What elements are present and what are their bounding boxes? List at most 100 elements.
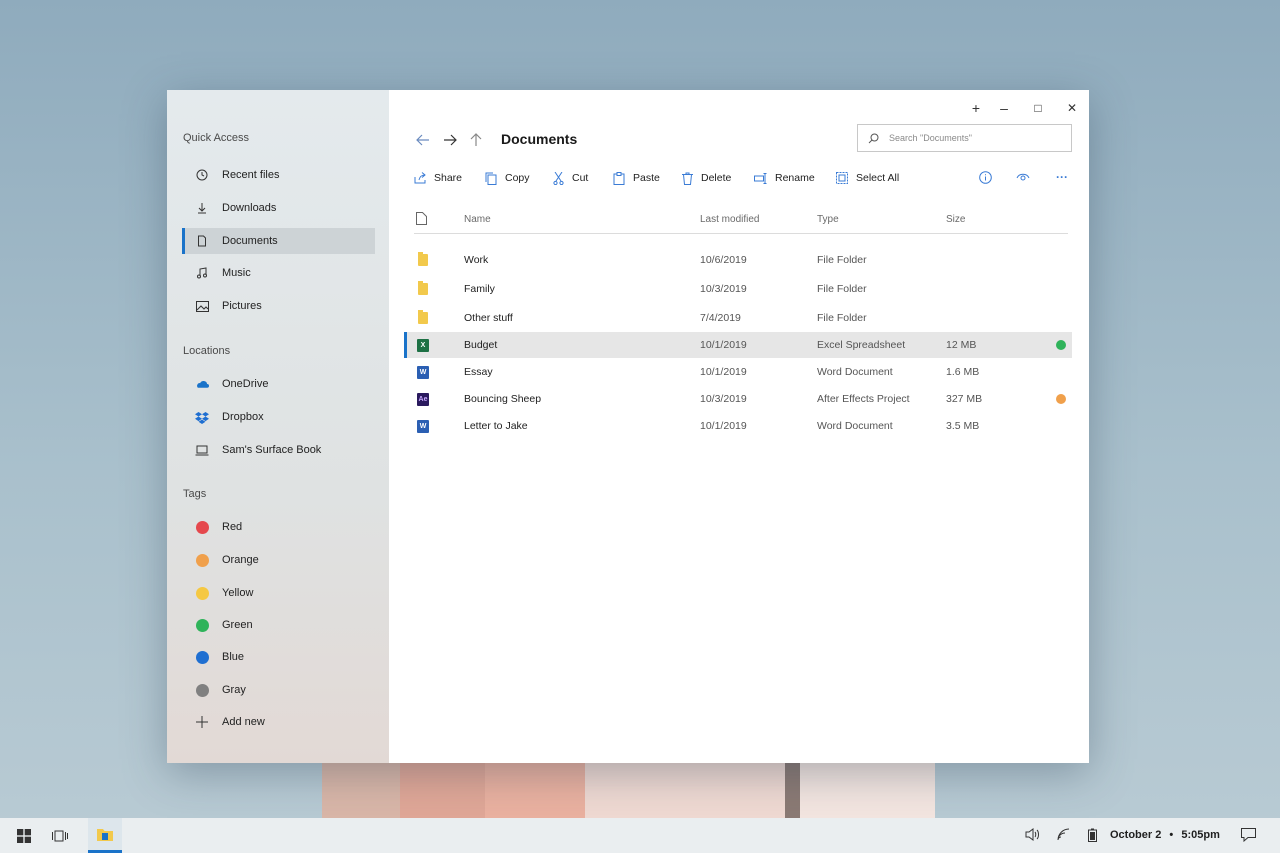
- sidebar-item-label: Music: [222, 267, 251, 279]
- picture-icon: [195, 299, 209, 313]
- trash-icon: [682, 172, 693, 185]
- red-tag-dot-icon: [195, 520, 209, 534]
- back-arrow-icon[interactable]: [413, 130, 433, 150]
- paste-button[interactable]: Paste: [613, 169, 660, 187]
- sidebar-tag-orange[interactable]: Orange: [182, 547, 375, 573]
- up-arrow-icon[interactable]: [466, 130, 486, 150]
- clock-display[interactable]: October 2 • 5:05pm: [1110, 829, 1220, 841]
- delete-button[interactable]: Delete: [682, 169, 731, 187]
- table-row-selected[interactable]: X Budget 10/1/2019 Excel Spreadsheet 12 …: [404, 332, 1072, 358]
- sidebar-item-label: Pictures: [222, 300, 262, 312]
- orange-tag-dot-icon: [1056, 394, 1066, 404]
- table-row[interactable]: Other stuff 7/4/2019 File Folder: [404, 305, 1072, 331]
- close-button[interactable]: ✕: [1059, 95, 1085, 121]
- sidebar-item-label: Blue: [222, 651, 245, 663]
- blue-tag-dot-icon: [195, 650, 209, 664]
- music-icon: [195, 266, 209, 280]
- file-column-icon: [416, 212, 427, 228]
- sidebar-item-surface-book[interactable]: Sam's Surface Book: [182, 437, 375, 463]
- sidebar-item-label: Gray: [222, 684, 246, 696]
- taskbar: October 2 • 5:05pm: [0, 818, 1280, 853]
- sidebar-item-label: Downloads: [222, 202, 277, 214]
- file-name: Essay: [464, 366, 493, 378]
- add-new-tag-button[interactable]: Add new: [182, 709, 375, 735]
- sidebar-item-label: Dropbox: [222, 411, 264, 423]
- quick-access-title: Quick Access: [183, 132, 250, 144]
- start-windows-icon[interactable]: [10, 818, 38, 853]
- sidebar-item-label: Yellow: [222, 587, 254, 599]
- forward-arrow-icon[interactable]: [440, 130, 460, 150]
- file-size: 327 MB: [946, 393, 983, 405]
- select-all-icon: [836, 172, 848, 184]
- file-explorer-taskbar-icon[interactable]: [88, 818, 122, 853]
- file-type: After Effects Project: [817, 393, 910, 405]
- notification-center-icon[interactable]: [1241, 828, 1256, 842]
- sidebar-tag-red[interactable]: Red: [182, 514, 375, 540]
- table-row[interactable]: W Essay 10/1/2019 Word Document 1.6 MB: [404, 359, 1072, 385]
- preview-eye-icon[interactable]: [1014, 168, 1032, 186]
- battery-icon[interactable]: [1088, 828, 1097, 842]
- sidebar-tag-blue[interactable]: Blue: [182, 644, 375, 670]
- column-header-type[interactable]: Type: [817, 214, 839, 225]
- column-header-modified[interactable]: Last modified: [700, 214, 759, 225]
- paste-label: Paste: [633, 172, 660, 184]
- file-type: File Folder: [817, 312, 867, 324]
- table-row[interactable]: W Letter to Jake 10/1/2019 Word Document…: [404, 413, 1072, 439]
- scissors-icon: [553, 171, 564, 185]
- maximize-button[interactable]: □: [1025, 95, 1051, 121]
- rename-label: Rename: [775, 172, 815, 184]
- orange-tag-dot-icon: [195, 553, 209, 567]
- file-modified: 7/4/2019: [700, 312, 741, 324]
- select-all-button[interactable]: Select All: [836, 169, 899, 187]
- table-row[interactable]: Ae Bouncing Sheep 10/3/2019 After Effect…: [404, 386, 1072, 412]
- rename-button[interactable]: Rename: [754, 169, 815, 187]
- minimize-button[interactable]: –: [991, 95, 1017, 121]
- column-header-name[interactable]: Name: [464, 214, 491, 225]
- yellow-tag-dot-icon: [195, 586, 209, 600]
- sidebar-item-label: Red: [222, 521, 243, 533]
- search-input[interactable]: Search "Documents": [857, 124, 1072, 152]
- wifi-icon[interactable]: [1057, 828, 1071, 841]
- copy-label: Copy: [505, 172, 530, 184]
- sidebar-item-label: OneDrive: [222, 378, 269, 390]
- column-header-size[interactable]: Size: [946, 214, 965, 225]
- sidebar-item-recent-files[interactable]: Recent files: [182, 162, 375, 188]
- delete-label: Delete: [701, 172, 732, 184]
- sidebar-item-label: Sam's Surface Book: [222, 444, 322, 456]
- new-window-button[interactable]: +: [963, 95, 989, 121]
- share-button[interactable]: Share: [414, 169, 462, 187]
- table-row[interactable]: Family 10/3/2019 File Folder: [404, 276, 1072, 302]
- green-tag-dot-icon: [1056, 340, 1066, 350]
- sidebar-item-dropbox[interactable]: Dropbox: [182, 404, 375, 430]
- sidebar-item-pictures[interactable]: Pictures: [182, 293, 375, 319]
- table-row[interactable]: Work 10/6/2019 File Folder: [404, 247, 1072, 273]
- file-modified: 10/1/2019: [700, 366, 747, 378]
- more-options-button[interactable]: ···: [1053, 168, 1071, 186]
- copy-button[interactable]: Copy: [485, 169, 530, 187]
- sidebar-tag-yellow[interactable]: Yellow: [182, 580, 375, 606]
- file-modified: 10/3/2019: [700, 393, 747, 405]
- task-view-icon[interactable]: [46, 818, 74, 853]
- copy-icon: [485, 172, 497, 185]
- sidebar-item-music[interactable]: Music: [182, 260, 375, 286]
- file-modified: 10/1/2019: [700, 339, 747, 351]
- rename-icon: [754, 172, 767, 184]
- file-type: File Folder: [817, 283, 867, 295]
- file-modified: 10/3/2019: [700, 283, 747, 295]
- sidebar-item-onedrive[interactable]: OneDrive: [182, 371, 375, 397]
- sidebar-tag-gray[interactable]: Gray: [182, 677, 375, 703]
- file-name: Work: [464, 254, 489, 266]
- after-effects-file-icon: Ae: [416, 392, 430, 406]
- time-text: 5:05pm: [1181, 829, 1220, 841]
- file-type: File Folder: [817, 254, 867, 266]
- sidebar-tag-green[interactable]: Green: [182, 612, 375, 638]
- cut-button[interactable]: Cut: [553, 169, 588, 187]
- volume-icon[interactable]: [1025, 828, 1041, 841]
- info-icon[interactable]: [976, 168, 994, 186]
- select-all-label: Select All: [856, 172, 900, 184]
- sidebar-item-downloads[interactable]: Downloads: [182, 195, 375, 221]
- paste-icon: [613, 171, 625, 185]
- sidebar-item-documents[interactable]: Documents: [182, 228, 375, 254]
- file-size: 1.6 MB: [946, 366, 980, 378]
- file-explorer-window: Quick Access Recent files Downloads Docu…: [167, 90, 1089, 763]
